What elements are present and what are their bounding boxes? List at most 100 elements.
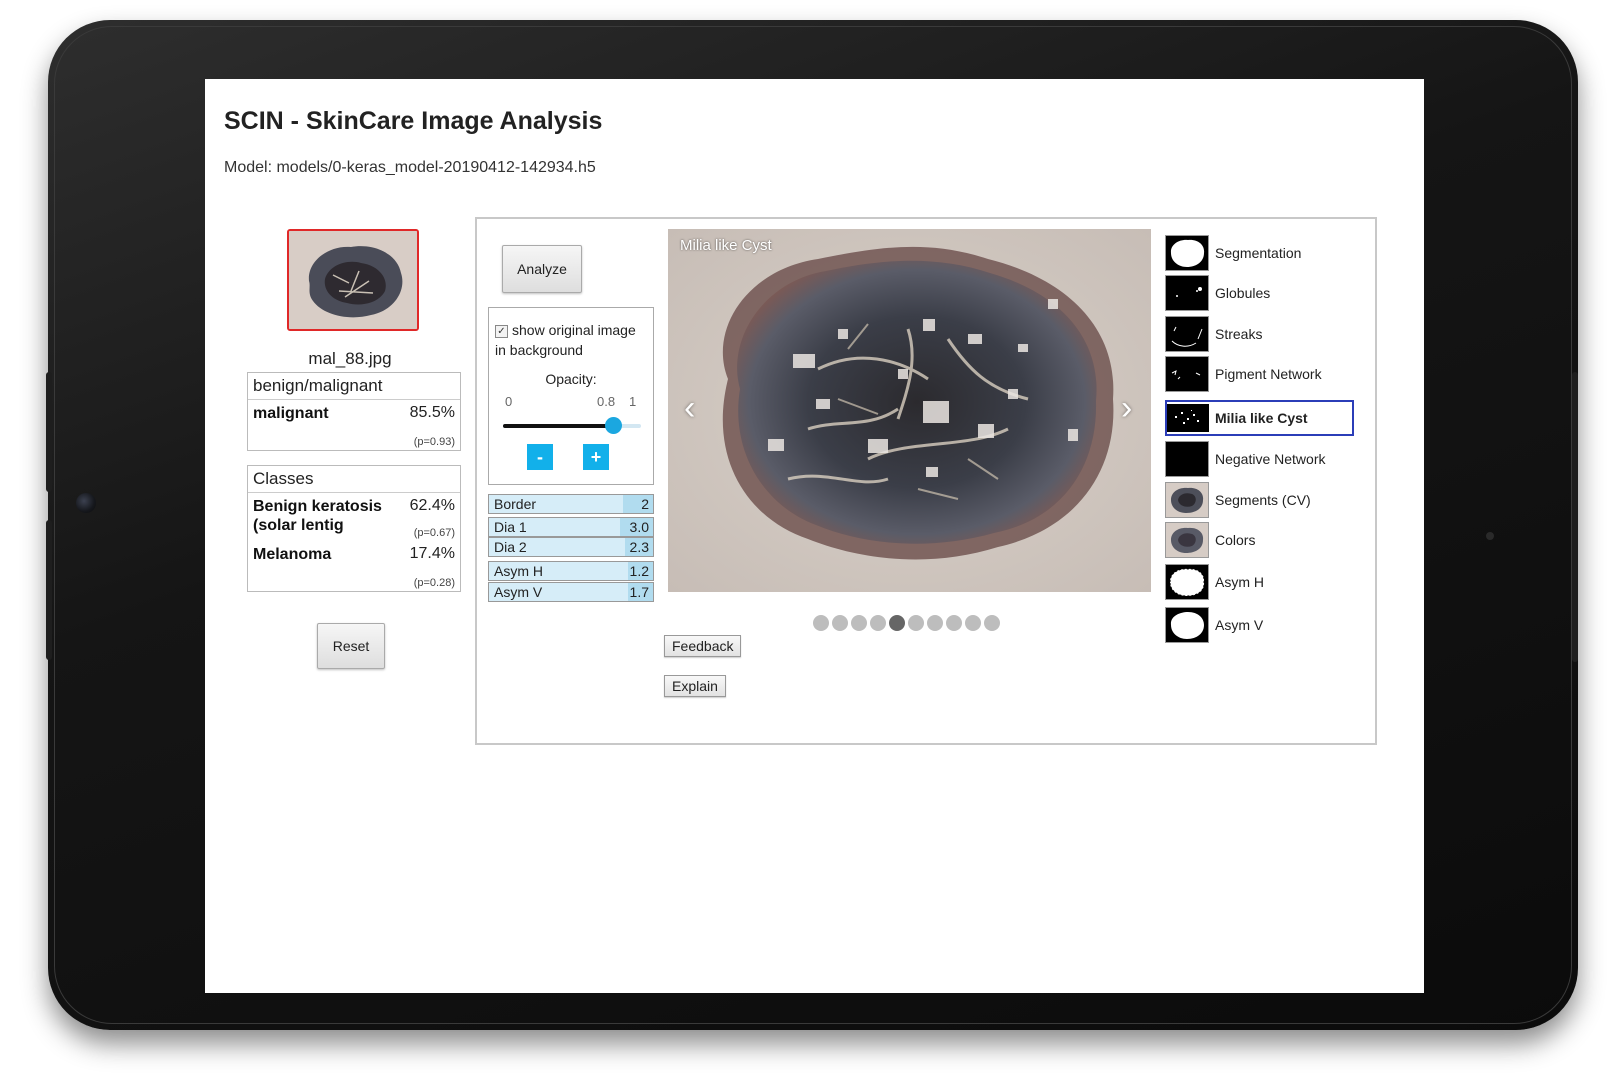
colors-icon	[1165, 522, 1209, 558]
class-row: Melanoma 17.4% (p=0.28)	[248, 541, 460, 591]
layer-item-pigment-network[interactable]: Pigment Network	[1165, 356, 1353, 392]
layer-label: Asym H	[1215, 574, 1264, 590]
metric-label: Dia 2	[494, 539, 527, 555]
show-original-checkbox[interactable]: ✓	[495, 325, 508, 338]
thumbnail-filename: mal_88.jpg	[308, 349, 392, 368]
opacity-increase-button[interactable]: +	[583, 444, 609, 470]
layer-label: Colors	[1215, 532, 1256, 548]
carousel-dot-2[interactable]	[832, 615, 848, 631]
app-screen: SCIN - SkinCare Image Analysis Model: mo…	[205, 79, 1424, 993]
tablet-side-button	[1572, 372, 1578, 662]
metric-value: 3.0	[629, 519, 649, 535]
feedback-button[interactable]: Feedback	[664, 635, 742, 657]
class-row: Benign keratosis (solar lentig 62.4% (p=…	[248, 493, 460, 541]
tablet-side-button	[46, 520, 52, 660]
layer-item-streaks[interactable]: Streaks	[1165, 316, 1353, 352]
result-row: malignant 85.5% (p=0.93)	[248, 400, 460, 450]
layer-item-negative-network[interactable]: Negative Network	[1165, 441, 1353, 477]
camera-icon	[76, 493, 96, 513]
opacity-slider-handle[interactable]	[605, 417, 623, 434]
lesion-thumbnail[interactable]	[287, 229, 419, 331]
class-label: Benign keratosis (solar lentig	[253, 498, 382, 534]
analyze-button[interactable]: Analyze	[502, 245, 582, 293]
metric-bar-dia-2: Dia 2 2.3	[488, 537, 654, 557]
class-probability: (p=0.67)	[413, 527, 455, 539]
opacity-label: Opacity:	[545, 371, 597, 387]
show-original-label: show original image in background	[495, 322, 636, 358]
model-path: Model: models/0-keras_model-20190412-142…	[224, 159, 596, 176]
carousel-dot-4[interactable]	[870, 615, 886, 631]
layer-label: Streaks	[1215, 326, 1263, 342]
asym-v-mask-icon	[1165, 607, 1209, 643]
asym-h-mask-icon	[1165, 564, 1209, 600]
layer-label: Asym V	[1215, 617, 1264, 633]
show-original-option[interactable]: ✓ show original image in background	[495, 320, 645, 360]
layer-label: Segmentation	[1215, 245, 1302, 261]
metric-value: 2.3	[629, 539, 649, 555]
analysis-panel: Analyze ✓ show original image in backgrou…	[475, 217, 1377, 745]
image-viewer[interactable]: Milia like Cyst ‹ ›	[668, 229, 1151, 592]
layer-label: Milia like Cyst	[1215, 410, 1308, 426]
layer-item-segmentation[interactable]: Segmentation	[1165, 235, 1353, 271]
carousel-dot-8[interactable]	[946, 615, 962, 631]
carousel-dot-7[interactable]	[927, 615, 943, 631]
page-title: SCIN - SkinCare Image Analysis	[224, 107, 603, 135]
layer-label: Segments (CV)	[1215, 492, 1311, 508]
result-percent: 85.5%	[409, 404, 455, 421]
next-image-arrow-icon[interactable]: ›	[1121, 389, 1132, 428]
carousel-dot-6[interactable]	[908, 615, 924, 631]
layer-label: Negative Network	[1215, 451, 1326, 467]
segments-cv-icon	[1165, 482, 1209, 518]
carousel-dot-9[interactable]	[965, 615, 981, 631]
layer-item-segments-cv[interactable]: Segments (CV)	[1165, 482, 1353, 518]
streaks-mask-icon	[1165, 316, 1209, 352]
class-percent: 62.4%	[409, 497, 455, 514]
segmentation-mask-icon	[1165, 235, 1209, 271]
layer-item-asym-h[interactable]: Asym H	[1165, 564, 1353, 600]
carousel-dot-3[interactable]	[851, 615, 867, 631]
class-probability: (p=0.28)	[413, 577, 455, 589]
metric-bar-dia-1: Dia 1 3.0	[488, 517, 654, 537]
opacity-value-label: 0.8	[597, 394, 616, 409]
metric-label: Dia 1	[494, 519, 527, 535]
metric-value: 2	[641, 496, 649, 512]
lesion-thumbnail-image	[289, 231, 417, 329]
sensor-icon	[1486, 532, 1494, 540]
layer-item-globules[interactable]: Globules	[1165, 275, 1353, 311]
prev-image-arrow-icon[interactable]: ‹	[684, 389, 695, 428]
metric-label: Asym V	[494, 584, 543, 600]
carousel-dot-5[interactable]	[889, 615, 905, 631]
viewer-layer-label: Milia like Cyst	[680, 237, 772, 254]
layer-item-colors[interactable]: Colors	[1165, 522, 1353, 558]
metric-value: 1.2	[629, 563, 649, 579]
carousel-dots	[813, 615, 1000, 631]
reset-button[interactable]: Reset	[317, 623, 385, 669]
benign-malignant-card: benign/malignant malignant 85.5% (p=0.93…	[247, 372, 461, 451]
class-percent: 17.4%	[409, 545, 455, 562]
layer-label: Globules	[1215, 285, 1271, 301]
classes-card: Classes Benign keratosis (solar lentig 6…	[247, 465, 461, 592]
lesion-image	[668, 229, 1151, 592]
layer-item-asym-v[interactable]: Asym V	[1165, 607, 1353, 643]
card-header: Classes	[248, 466, 460, 493]
metric-label: Border	[494, 496, 537, 512]
layer-label: Pigment Network	[1215, 366, 1322, 382]
result-probability: (p=0.93)	[413, 436, 455, 448]
carousel-dot-1[interactable]	[813, 615, 829, 631]
negative-network-mask-icon	[1165, 441, 1209, 477]
tablet-side-button	[46, 372, 52, 492]
layer-item-milia-like-cyst[interactable]: Milia like Cyst	[1165, 400, 1354, 436]
metric-bar-asym-v: Asym V 1.7	[488, 582, 654, 602]
metric-bar-border: Border 2	[488, 494, 654, 514]
class-label: Melanoma	[253, 546, 332, 563]
metric-value: 1.7	[629, 584, 649, 600]
opacity-decrease-button[interactable]: -	[527, 444, 553, 470]
result-label: malignant	[253, 405, 329, 422]
opacity-max-label: 1	[629, 394, 637, 409]
opacity-controls: ✓ show original image in background Opaci…	[488, 307, 654, 485]
opacity-slider[interactable]	[503, 417, 641, 434]
explain-button[interactable]: Explain	[664, 675, 726, 697]
card-header: benign/malignant	[248, 373, 460, 400]
carousel-dot-10[interactable]	[984, 615, 1000, 631]
metric-bar-asym-h: Asym H 1.2	[488, 561, 654, 581]
